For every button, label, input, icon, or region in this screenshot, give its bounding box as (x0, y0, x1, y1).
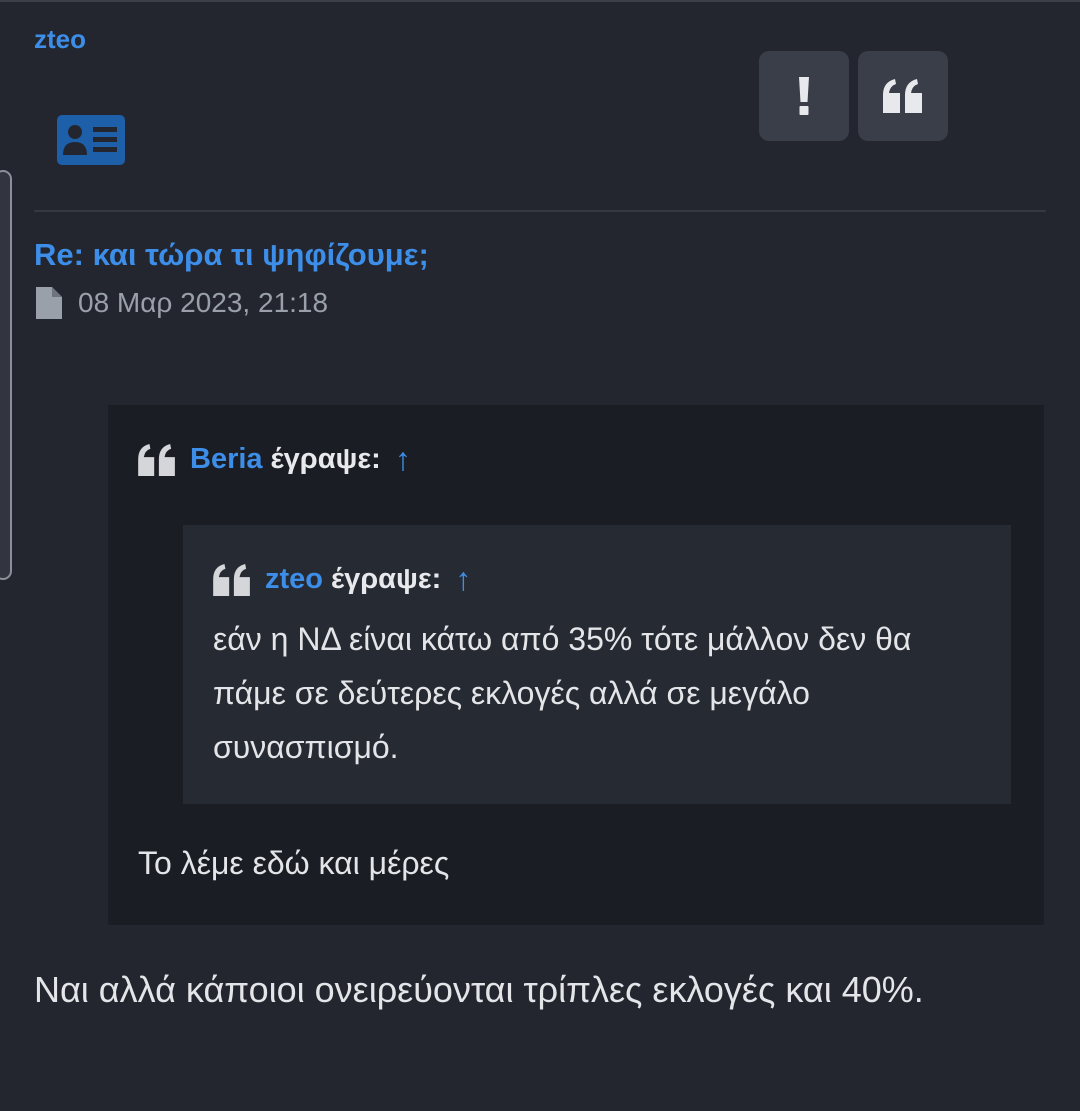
quote-block-nested: zteo έγραψε: ↑ εάν η ΝΔ είναι κάτω από 3… (183, 525, 1011, 804)
up-arrow-icon[interactable]: ↑ (395, 441, 411, 478)
quote-block-outer: Beria έγραψε: ↑ zteo έγραψε: ↑ εάν η ΝΔ … (108, 405, 1044, 925)
quote-text: εάν η ΝΔ είναι κάτω από 35% τότε μάλλον … (213, 621, 912, 765)
quote-icon (138, 443, 175, 476)
post-author-link[interactable]: zteo (34, 24, 86, 55)
quote-icon (883, 79, 922, 113)
quote-author-link[interactable]: Beria (190, 443, 263, 476)
quote-button[interactable] (858, 51, 948, 141)
quote-wrote-label: έγραψε: (331, 563, 442, 595)
report-button[interactable] (759, 51, 849, 141)
post-container: zteo Re: και τώρα τι ψηφίζουμε; 08 Μαρ 2 (0, 0, 1080, 1111)
quote-header: zteo έγραψε: ↑ (213, 561, 471, 598)
post-date[interactable]: 08 Μαρ 2023, 21:18 (78, 287, 328, 319)
post-meta: 08 Μαρ 2023, 21:18 (36, 285, 328, 321)
quote-icon (213, 563, 250, 596)
quote-header: Beria έγραψε: ↑ (138, 441, 411, 478)
profile-card-icon[interactable] (55, 113, 127, 167)
header-divider (34, 210, 1046, 212)
quote-wrote-label: έγραψε: (270, 443, 381, 475)
quote-text: Το λέμε εδώ και μέρες (138, 845, 450, 881)
up-arrow-icon[interactable]: ↑ (455, 561, 471, 598)
exclamation-icon (799, 77, 809, 115)
post-body-text: Ναι αλλά κάποιοι ονειρεύονται τρίπλες εκ… (34, 969, 924, 1010)
quote-author-link[interactable]: zteo (265, 563, 323, 596)
post-title-link[interactable]: Re: και τώρα τι ψηφίζουμε; (34, 237, 429, 273)
file-icon (36, 287, 62, 319)
scrollbar-handle[interactable] (0, 170, 12, 580)
